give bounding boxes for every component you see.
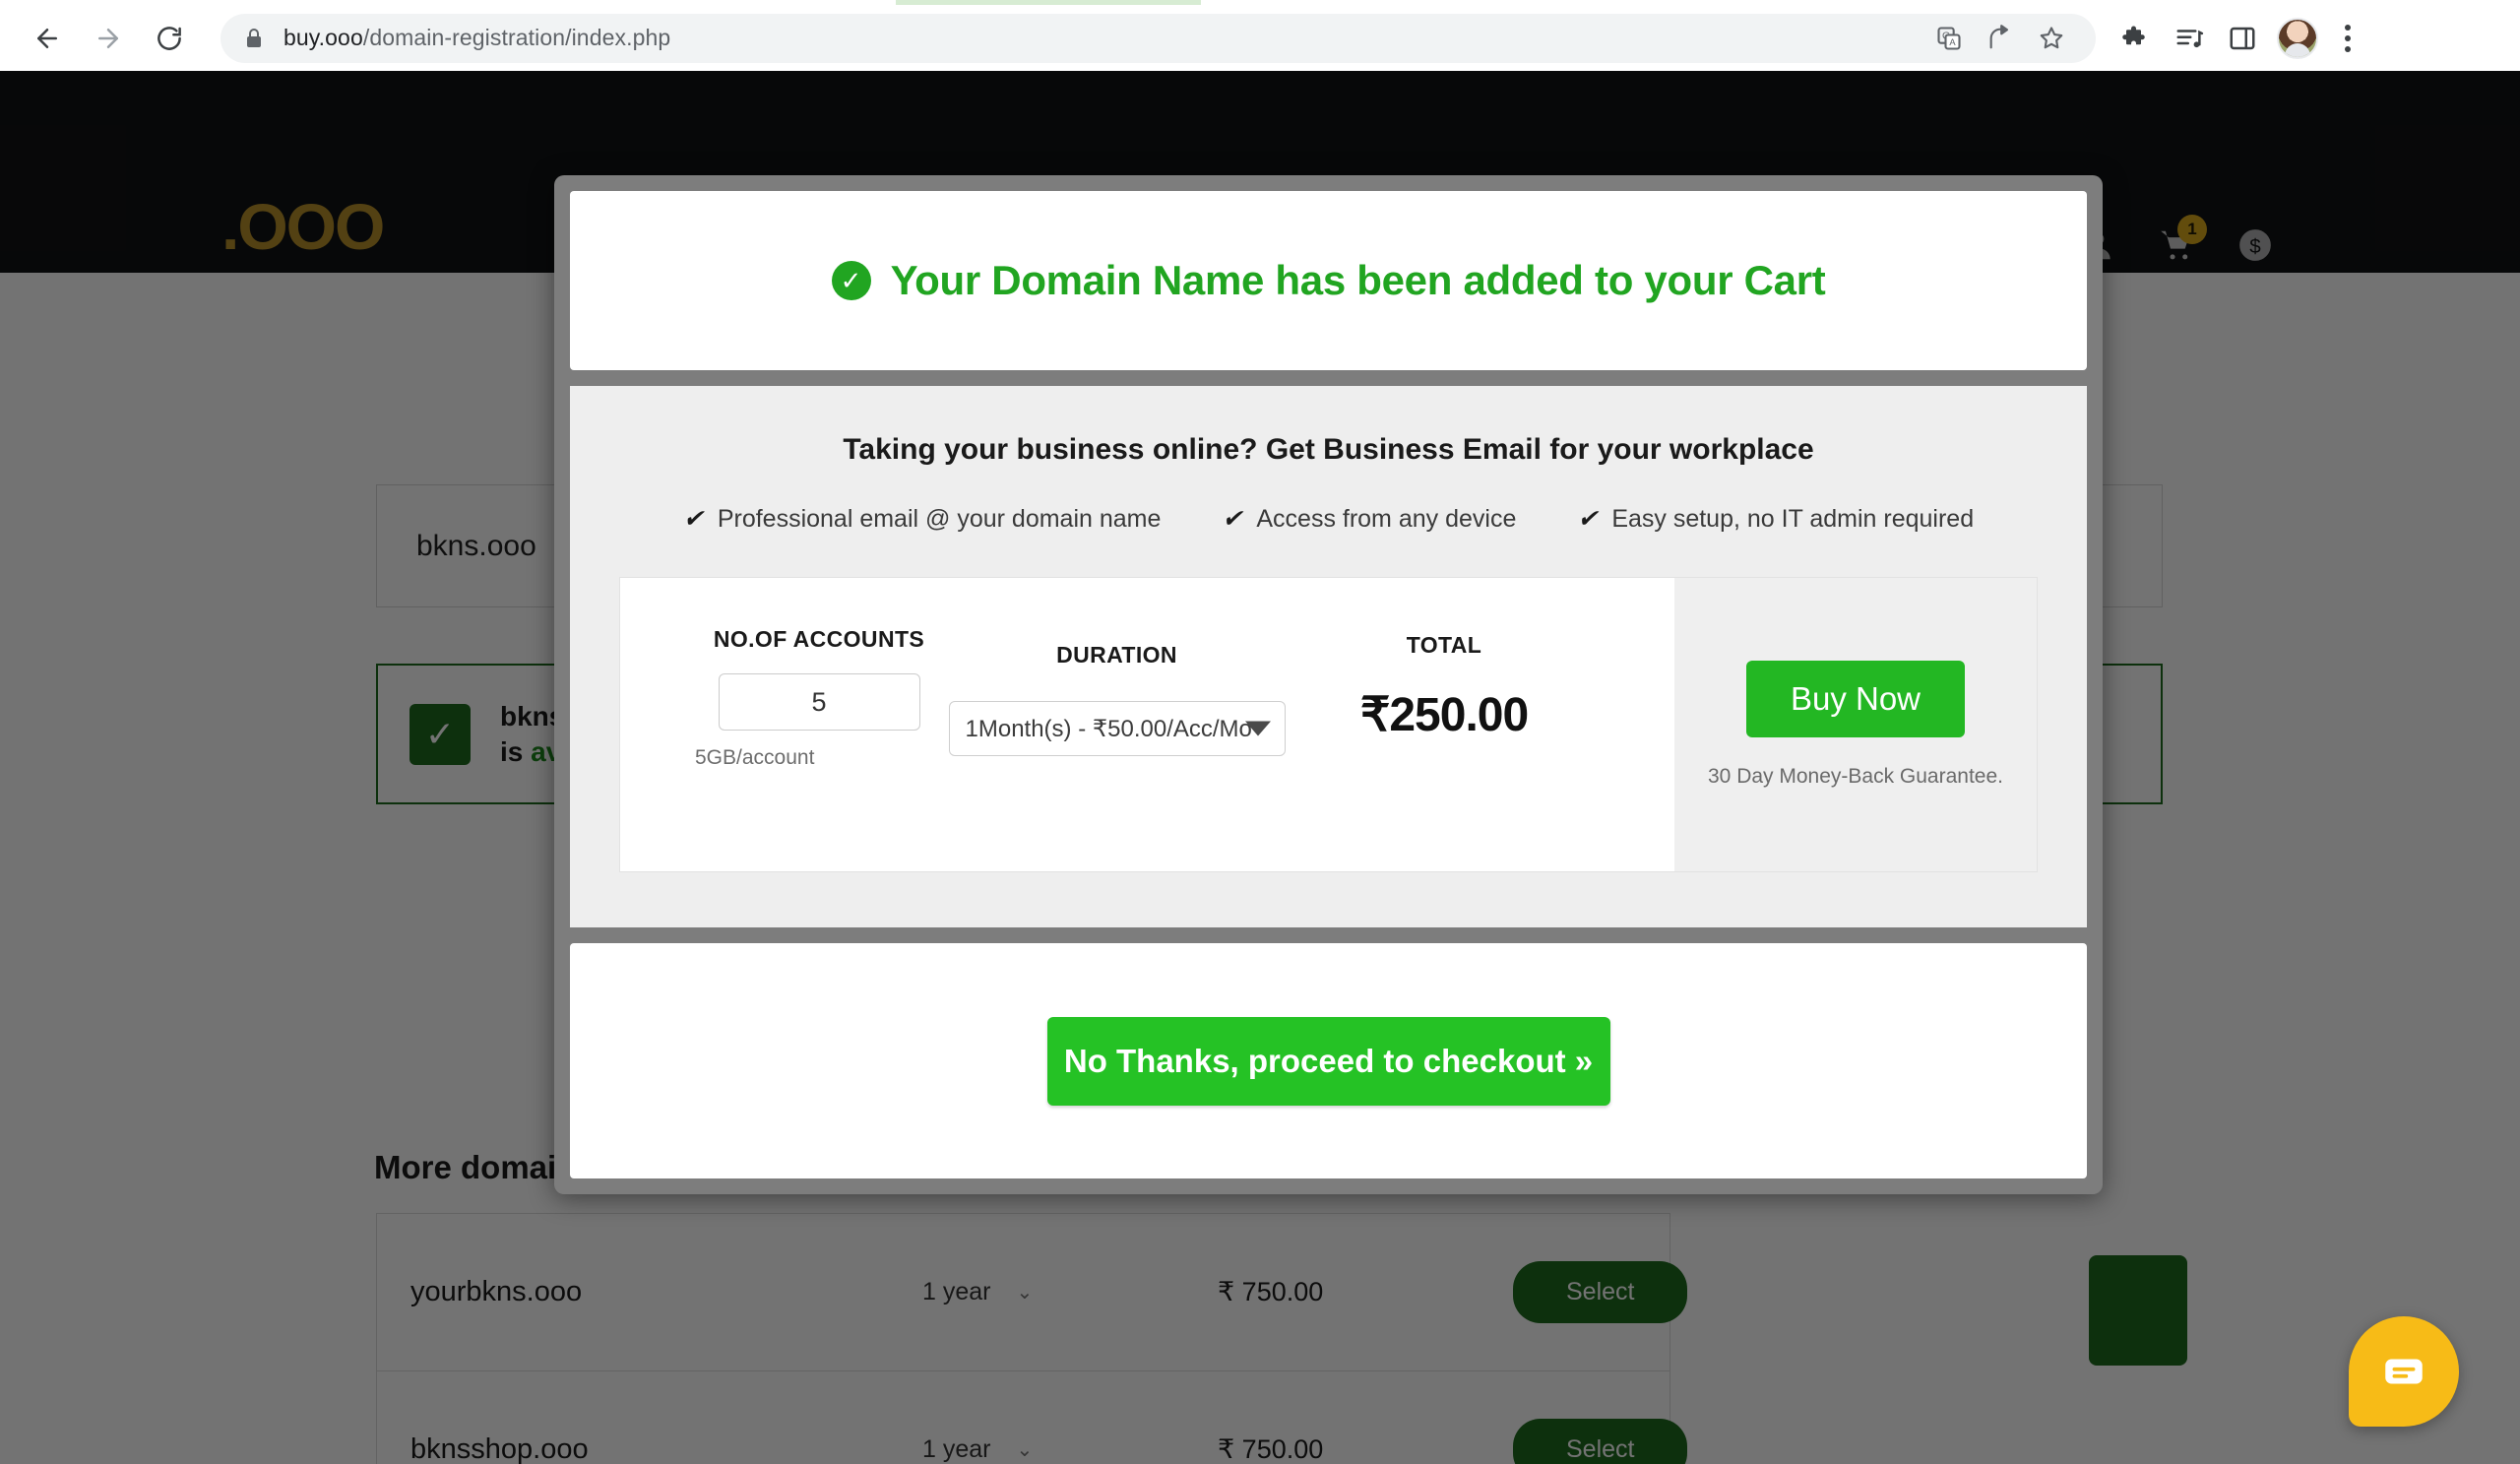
- accounts-label: NO.OF ACCOUNTS: [714, 623, 924, 656]
- row-duration-select[interactable]: 1 year ⌄: [922, 1278, 1218, 1306]
- back-button[interactable]: [22, 13, 73, 64]
- modal-success-title: Your Domain Name has been added to your …: [891, 257, 1826, 304]
- check-icon: ✓: [410, 704, 471, 765]
- total-amount: ₹250.00: [1360, 687, 1528, 742]
- svg-text:A: A: [1949, 37, 1956, 47]
- media-list-icon[interactable]: [2163, 12, 2216, 65]
- avatar[interactable]: [2277, 18, 2318, 59]
- accounts-column: NO.OF ACCOUNTS 5GB/account: [691, 578, 947, 871]
- forward-button[interactable]: [83, 13, 134, 64]
- row-domain-name: bknsshop.ooo: [410, 1433, 922, 1464]
- puzzle-icon[interactable]: [2110, 12, 2163, 65]
- chevron-down-icon: [1245, 722, 1271, 736]
- proceed-to-checkout-button[interactable]: No Thanks, proceed to checkout »: [1047, 1017, 1610, 1106]
- browser-toolbar: buy.ooo/domain-registration/index.php GA: [0, 5, 2520, 71]
- benefit-item: ✔ Access from any device: [1222, 504, 1516, 534]
- site-logo[interactable]: .OOO: [221, 189, 383, 264]
- modal-body: Taking your business online? Get Busines…: [570, 386, 2087, 927]
- lock-icon: [242, 27, 266, 50]
- chat-widget-button[interactable]: [2349, 1316, 2459, 1427]
- cart-count-badge: 1: [2177, 215, 2207, 244]
- buy-now-button[interactable]: Buy Now: [1746, 661, 1965, 737]
- header-actions: 1 $: [2079, 226, 2274, 264]
- total-label: TOTAL: [1407, 629, 1482, 662]
- check-icon: ✔: [683, 504, 704, 534]
- url-text: buy.ooo/domain-registration/index.php: [284, 25, 670, 51]
- table-row: bknsshop.ooo 1 year⌄ ₹ 750.00 Select: [377, 1371, 1670, 1464]
- row-price: ₹ 750.00: [1218, 1277, 1513, 1307]
- partial-select-button[interactable]: [2089, 1255, 2187, 1366]
- svg-text:$: $: [2249, 235, 2261, 258]
- address-bar[interactable]: buy.ooo/domain-registration/index.php GA: [220, 14, 2096, 63]
- money-back-guarantee: 30 Day Money-Back Guarantee.: [1708, 765, 2003, 789]
- chevron-down-icon: ⌄: [1016, 1437, 1033, 1462]
- benefit-item: ✔ Easy setup, no IT admin required: [1577, 504, 1974, 534]
- side-panel-icon[interactable]: [2216, 12, 2269, 65]
- dollar-coin-icon[interactable]: $: [2236, 226, 2274, 264]
- row-duration-value: 1 year: [922, 1278, 990, 1306]
- row-price: ₹ 750.00: [1218, 1434, 1513, 1464]
- row-duration-select[interactable]: 1 year ⌄: [922, 1435, 1218, 1464]
- duration-label: DURATION: [1056, 639, 1177, 671]
- benefit-label: Access from any device: [1256, 505, 1516, 534]
- benefit-label: Easy setup, no IT admin required: [1611, 505, 1974, 534]
- upsell-headline: Taking your business online? Get Busines…: [619, 433, 2038, 467]
- check-icon: ✔: [1577, 504, 1598, 534]
- browser-chrome: buy.ooo/domain-registration/index.php GA: [0, 0, 2520, 71]
- duration-column: DURATION 1Month(s) - ₹50.00/Acc/Mo: [947, 578, 1287, 871]
- upsell-modal: ✓ Your Domain Name has been added to you…: [554, 175, 2103, 1194]
- check-icon: ✔: [1222, 504, 1242, 534]
- total-column: TOTAL ₹250.00: [1287, 578, 1602, 871]
- benefit-label: Professional email @ your domain name: [718, 505, 1162, 534]
- toolbar-icons: [2110, 12, 2381, 65]
- chevron-down-icon: ⌄: [1016, 1280, 1033, 1305]
- reload-button[interactable]: [144, 13, 195, 64]
- three-dots-icon[interactable]: [2326, 12, 2369, 65]
- row-select-button[interactable]: Select: [1513, 1261, 1687, 1323]
- modal-header: ✓ Your Domain Name has been added to you…: [570, 191, 2087, 370]
- buy-panel: Buy Now 30 Day Money-Back Guarantee.: [1674, 578, 2037, 871]
- row-duration-value: 1 year: [922, 1435, 990, 1464]
- accounts-storage-note: 5GB/account: [695, 746, 814, 770]
- url-host: buy.ooo: [284, 25, 363, 50]
- cart-icon[interactable]: 1: [2158, 226, 2195, 264]
- star-icon[interactable]: [2029, 16, 2074, 61]
- check-circle-icon: ✓: [832, 261, 871, 300]
- searched-domain: bkns.ooo: [416, 530, 536, 563]
- row-domain-name: yourbkns.ooo: [410, 1276, 922, 1308]
- accounts-input[interactable]: [719, 673, 920, 731]
- table-row: yourbkns.ooo 1 year⌄ ₹ 750.00 Select: [377, 1214, 1670, 1371]
- email-plan-card: NO.OF ACCOUNTS 5GB/account DURATION 1Mon…: [619, 577, 2038, 872]
- translate-icon[interactable]: GA: [1926, 16, 1972, 61]
- domain-results-table: yourbkns.ooo 1 year⌄ ₹ 750.00 Select bkn…: [376, 1213, 1670, 1464]
- duration-select[interactable]: 1Month(s) - ₹50.00/Acc/Mo: [949, 701, 1286, 756]
- duration-selected-value: 1Month(s) - ₹50.00/Acc/Mo: [966, 715, 1263, 743]
- benefit-item: ✔ Professional email @ your domain name: [683, 504, 1162, 534]
- availability-prefix: is: [500, 736, 531, 767]
- upsell-benefits: ✔ Professional email @ your domain name ✔…: [619, 504, 2038, 534]
- modal-footer: No Thanks, proceed to checkout »: [570, 943, 2087, 1178]
- chat-bubble-icon: [2379, 1347, 2428, 1396]
- row-select-button[interactable]: Select: [1513, 1419, 1687, 1464]
- share-icon[interactable]: [1978, 16, 2023, 61]
- url-path: /domain-registration/index.php: [363, 25, 670, 50]
